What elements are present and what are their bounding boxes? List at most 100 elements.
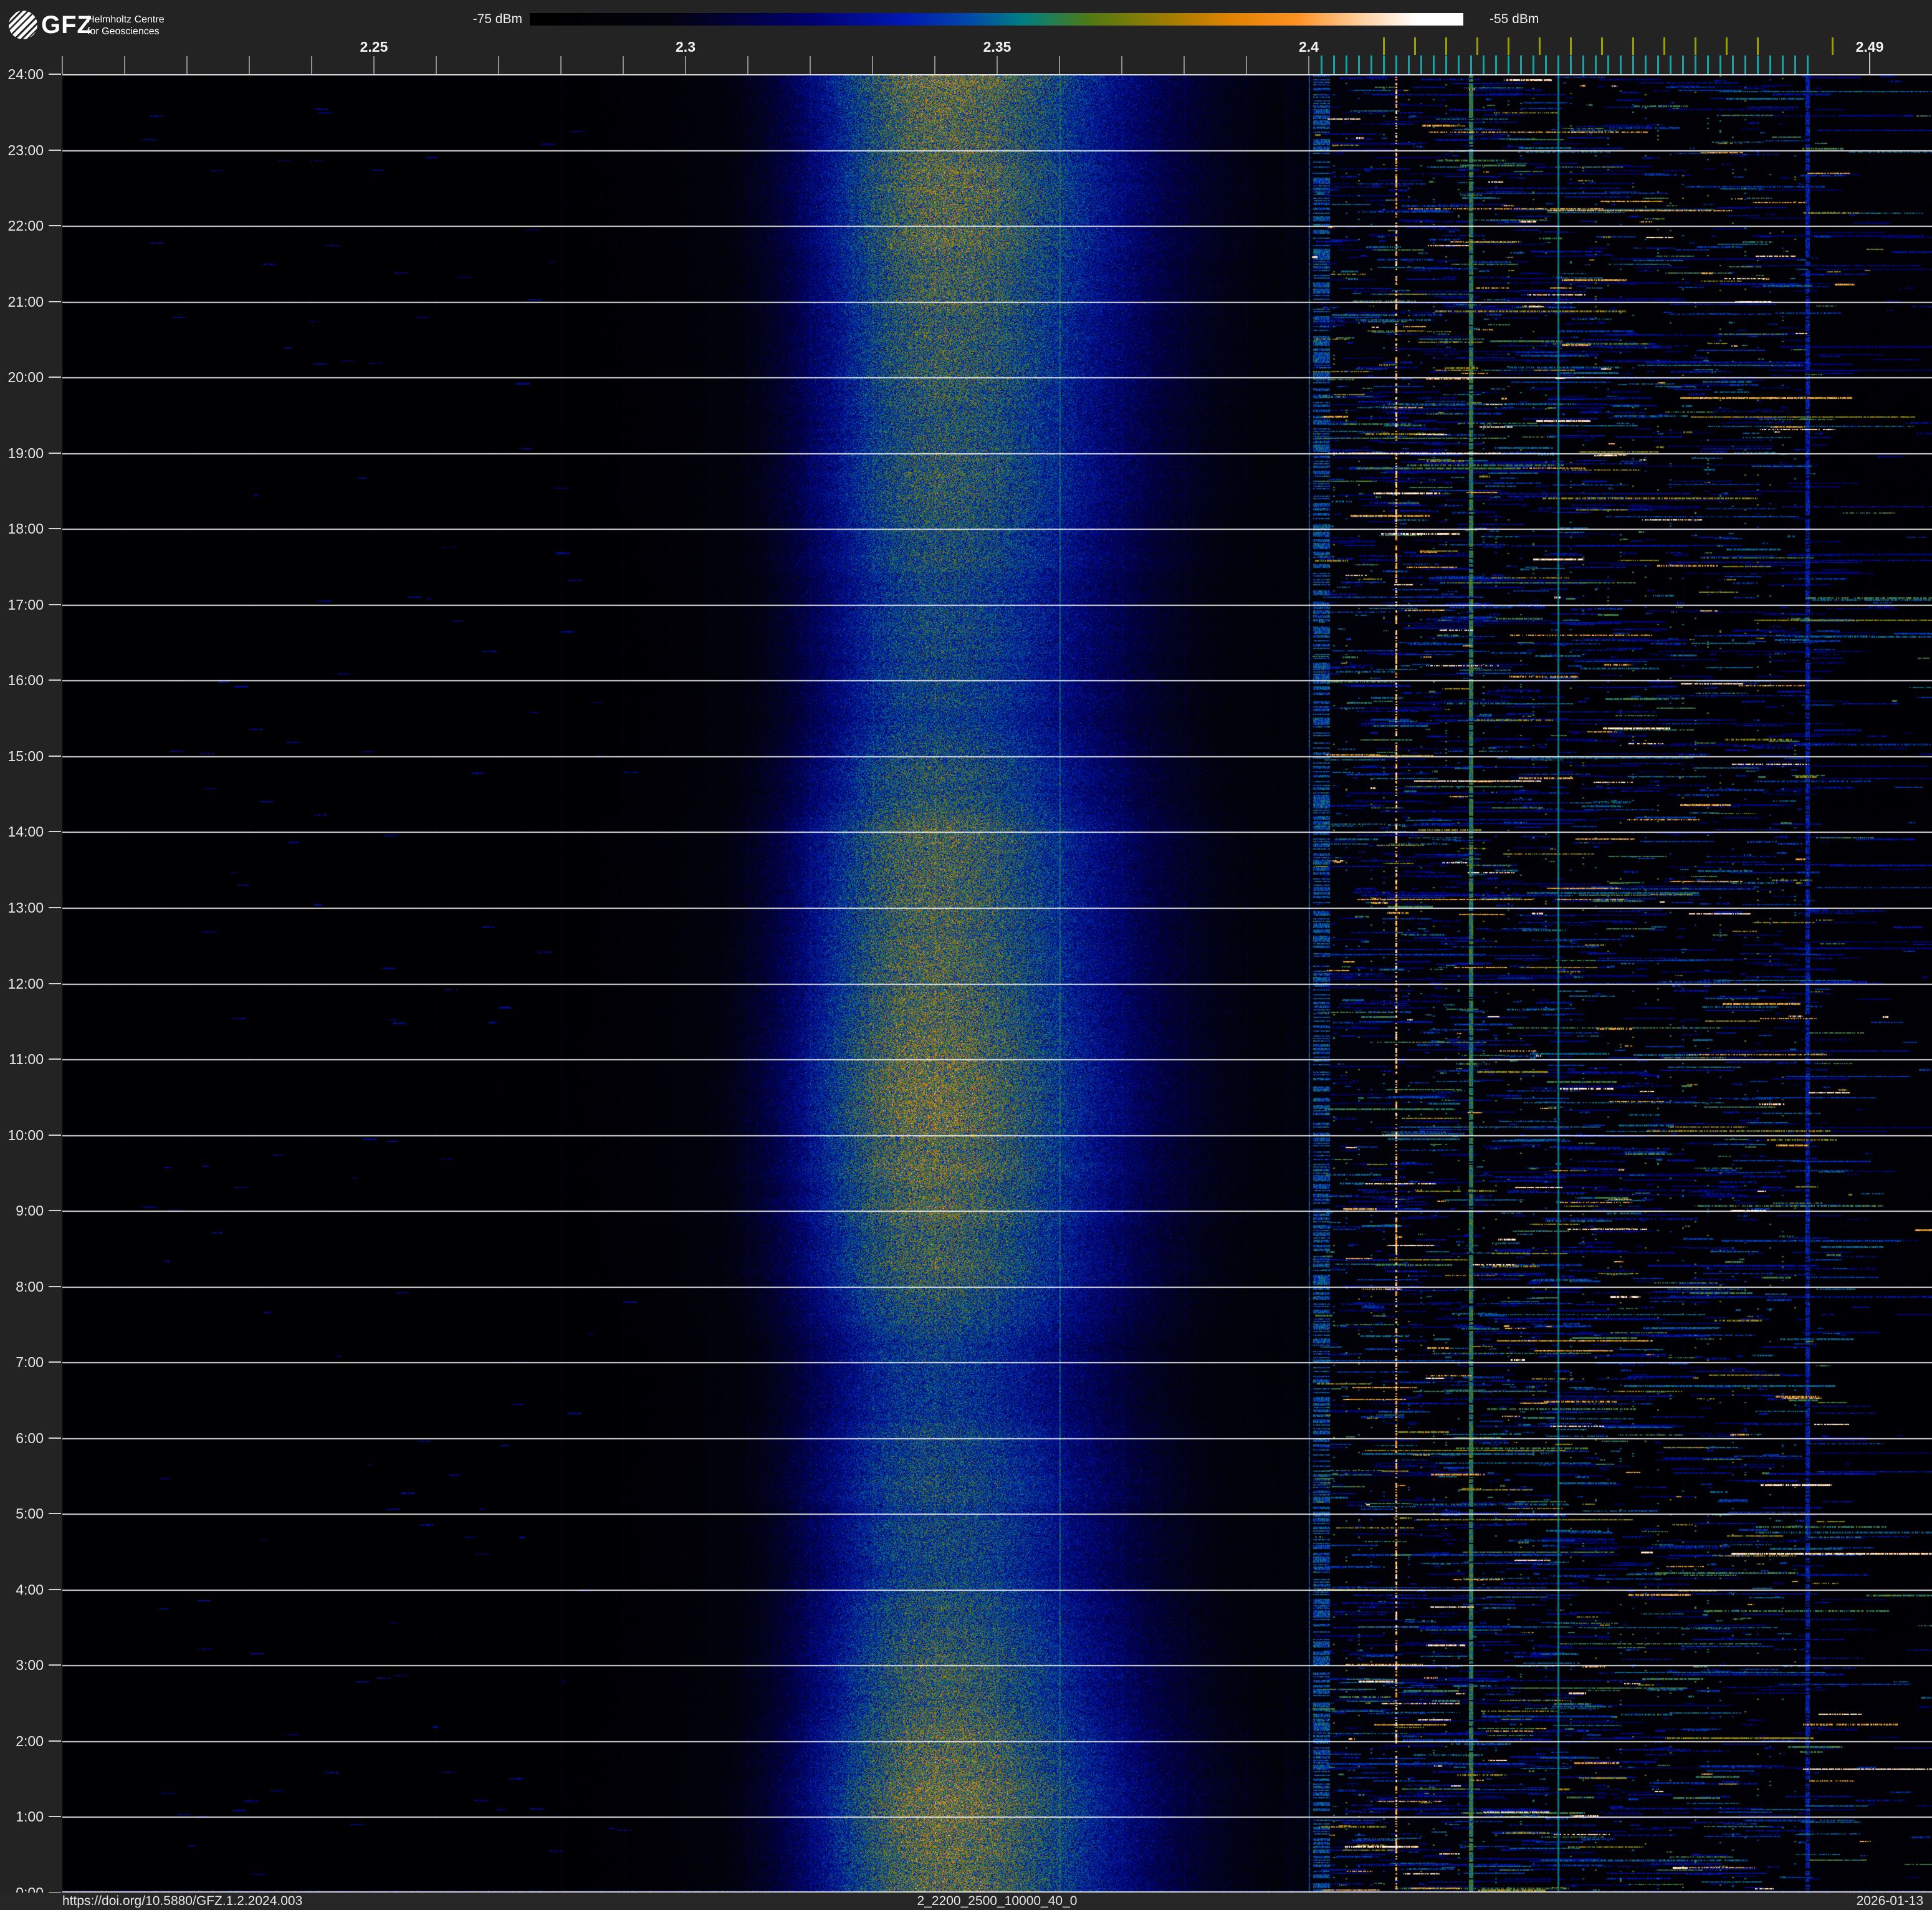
ble-channel-tick [1794, 55, 1796, 74]
freq-minor-tick [685, 56, 686, 74]
time-tick [49, 74, 61, 75]
time-label: 5:00 [16, 1505, 44, 1522]
time-tick [49, 1664, 61, 1666]
ble-channel-tick [1707, 55, 1709, 74]
frequency-axis: 2.25 2.3 2.35 2.4 2.49 [0, 0, 1932, 74]
ble-channel-tick [1483, 55, 1485, 74]
freq-minor-tick [436, 56, 437, 74]
ble-channel-tick [1807, 55, 1809, 74]
ble-channel-tick [1607, 55, 1609, 74]
ble-channel-tick [1757, 55, 1759, 74]
time-label: 12:00 [7, 975, 44, 992]
wifi-channel-tick [1601, 37, 1603, 55]
time-tick [49, 1210, 61, 1212]
time-label: 19:00 [7, 444, 44, 461]
ble-channel-tick [1445, 55, 1447, 74]
time-label: 16:00 [7, 672, 44, 689]
time-tick [49, 982, 61, 984]
freq-minor-tick [249, 56, 250, 74]
freq-minor-tick [1246, 56, 1247, 74]
ble-channel-tick [1632, 55, 1634, 74]
ble-channel-tick [1383, 55, 1385, 74]
wifi-channel-tick [1757, 37, 1759, 55]
ble-channel-tick [1744, 55, 1746, 74]
ble-channel-tick [1570, 55, 1572, 74]
freq-minor-tick [311, 56, 312, 74]
freq-minor-tick [810, 56, 811, 74]
freq-tick-label: 2.25 [360, 39, 388, 55]
wifi-channel-tick [1445, 37, 1447, 55]
ble-channel-tick [1358, 55, 1360, 74]
header-bar: GFZ Helmholtz Centre for Geosciences -75… [0, 0, 1932, 74]
ble-channel-tick [1782, 55, 1784, 74]
ble-channel-tick [1533, 55, 1534, 74]
time-tick [49, 755, 61, 757]
ble-channel-tick [1645, 55, 1647, 74]
freq-minor-tick [623, 56, 624, 74]
time-tick [49, 528, 61, 530]
ble-channel-tick [1433, 55, 1435, 74]
time-tick [49, 1285, 61, 1287]
ble-channel-tick [1657, 55, 1659, 74]
freq-minor-tick [997, 56, 998, 74]
time-tick [49, 377, 61, 378]
time-label: 24:00 [7, 66, 44, 82]
time-label: 8:00 [16, 1278, 44, 1295]
ble-channel-tick [1420, 55, 1422, 74]
dataset-id-text: 2_2200_2500_10000_40_0 [917, 1894, 1078, 1908]
freq-tick-label: 2.3 [676, 39, 696, 55]
time-tick [49, 831, 61, 833]
freq-minor-tick [1184, 56, 1185, 74]
wifi-channel-tick [1570, 37, 1572, 55]
ble-channel-tick [1557, 55, 1559, 74]
time-label: 20:00 [7, 369, 44, 386]
time-axis: 24:00 23:00 22:00 21:00 20:00 19:00 18:00 17:00… [0, 0, 62, 1910]
time-label: 21:00 [7, 293, 44, 310]
time-tick [49, 225, 61, 227]
time-label: 1:00 [16, 1808, 44, 1825]
ble-channel-tick [1408, 55, 1410, 74]
ble-channel-tick [1458, 55, 1460, 74]
ble-channel-tick [1595, 55, 1597, 74]
ble-channel-tick [1321, 55, 1322, 74]
ble-channel-tick [1520, 55, 1522, 74]
ble-channel-tick [1333, 55, 1335, 74]
ble-channel-tick [1508, 55, 1509, 74]
time-label: 7:00 [16, 1354, 44, 1371]
wifi-channel-tick [1476, 37, 1478, 55]
time-label: 10:00 [7, 1126, 44, 1143]
wifi-channel-tick [1632, 37, 1634, 55]
freq-tick-label: 2.4 [1299, 39, 1319, 55]
axis-end-tick [1869, 52, 1870, 74]
time-label: 14:00 [7, 823, 44, 840]
time-tick [49, 1134, 61, 1136]
time-tick [49, 1058, 61, 1060]
ble-channel-tick [1695, 55, 1696, 74]
time-label: 6:00 [16, 1429, 44, 1446]
wifi-channel-tick [1726, 37, 1728, 55]
ble-channel-tick [1620, 55, 1622, 74]
time-tick [49, 906, 61, 908]
ble-channel-tick [1719, 55, 1721, 74]
ble-channel-tick [1346, 55, 1347, 74]
ble-channel-tick [1545, 55, 1547, 74]
ble-channel-tick [1670, 55, 1671, 74]
ble-channel-tick [1732, 55, 1734, 74]
time-tick [49, 603, 61, 605]
freq-tick-label: 2.49 [1855, 39, 1884, 55]
time-label: 18:00 [7, 521, 44, 537]
time-label: 22:00 [7, 218, 44, 234]
time-label: 13:00 [7, 899, 44, 916]
wifi-channel-tick [1663, 37, 1665, 55]
time-tick [49, 1513, 61, 1515]
time-label: 2:00 [16, 1732, 44, 1749]
time-tick [49, 1588, 61, 1590]
time-tick [49, 1361, 61, 1363]
freq-minor-tick [498, 56, 499, 74]
time-tick [49, 452, 61, 454]
ble-channel-tick [1582, 55, 1584, 74]
time-label: 9:00 [16, 1202, 44, 1219]
freq-minor-tick [1059, 56, 1060, 74]
time-tick [49, 1740, 61, 1742]
ble-channel-tick [1470, 55, 1472, 74]
